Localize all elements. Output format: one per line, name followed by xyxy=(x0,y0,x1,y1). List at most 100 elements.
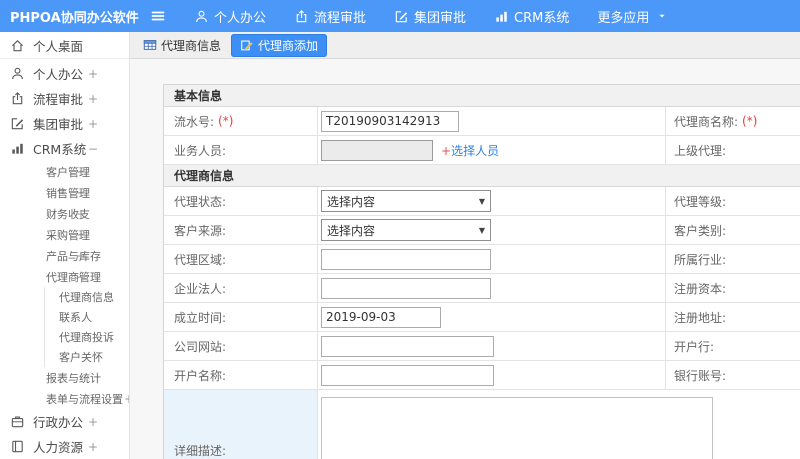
expand-toggle[interactable]: + xyxy=(88,67,98,81)
topbar-menu-label: 更多应用 xyxy=(597,10,650,26)
account-name-input[interactable] xyxy=(321,364,494,386)
dropdown-arrow-icon: ▼ xyxy=(478,225,485,235)
form-row-legal-person: 企业法人: 注册资本: xyxy=(164,274,800,303)
sidebar-item-label: 集团审批 xyxy=(33,117,84,132)
expand-toggle[interactable]: − xyxy=(88,142,98,156)
form-row-business-staff: 业务人员: +选择人员 上级代理: xyxy=(164,136,800,165)
sidebar-item-13[interactable]: 联系人 xyxy=(44,307,129,327)
sidebar-item-9[interactable]: 采购管理 + xyxy=(0,224,129,245)
row-label2-cell: 注册地址: xyxy=(666,303,800,331)
tab-label: 代理商信息 xyxy=(161,38,222,53)
label2: 客户类别: xyxy=(674,223,727,238)
label2: 注册资本: xyxy=(674,281,727,296)
business-staff-select-person-link[interactable]: +选择人员 xyxy=(441,142,499,159)
sidebar-item-label: 流程审批 xyxy=(33,92,84,107)
agent-region-field-cell xyxy=(318,245,666,273)
legal-person-input[interactable] xyxy=(321,277,491,299)
topbar-menu-personal-office[interactable]: 个人办公 xyxy=(194,7,266,26)
sidebar-item-3[interactable]: 流程审批 + xyxy=(0,86,129,111)
label2: 所属行业: xyxy=(674,252,727,267)
topbar-menu-label: 个人办公 xyxy=(214,10,267,26)
sidebar-item-17[interactable]: 表单与流程设置+ xyxy=(0,388,129,409)
expand-toggle[interactable]: + xyxy=(88,440,98,454)
sidebar-item-18[interactable]: 行政办公 + xyxy=(0,409,129,434)
legal-person-field-cell xyxy=(318,274,666,302)
expand-toggle[interactable]: + xyxy=(76,207,86,221)
description-textarea[interactable] xyxy=(321,397,713,459)
sidebar-item-19[interactable]: 人力资源 + xyxy=(0,434,129,459)
label2: 代理商名称: xyxy=(674,114,739,129)
label2: 代理等级: xyxy=(674,194,727,209)
user-icon xyxy=(10,66,25,81)
account-name-label-cell: 开户名称: xyxy=(164,361,318,389)
serial-no-label: 流水号: xyxy=(174,114,215,129)
description-label: 详细描述: xyxy=(174,444,227,458)
row-label2-cell: 开户行: xyxy=(666,332,800,360)
business-staff-link-label: 选择人员 xyxy=(451,143,500,158)
serial-no-field-cell xyxy=(318,107,666,135)
founded-date-input[interactable] xyxy=(321,306,441,328)
serial-no-label-cell: 流水号: (*) xyxy=(164,107,318,135)
sidebar-item-label: 报表与统计 xyxy=(46,371,101,385)
hamburger-menu-icon[interactable] xyxy=(148,8,168,24)
topbar-menu-group-approval[interactable]: 集团审批 xyxy=(394,7,466,26)
expand-toggle[interactable]: + xyxy=(76,186,86,200)
edit-icon xyxy=(394,9,409,24)
expand-toggle[interactable]: − xyxy=(76,270,86,284)
sidebar-item-6[interactable]: 客户管理 + xyxy=(0,161,129,182)
customer-source-select[interactable]: 选择内容 ▼ xyxy=(321,219,491,241)
briefcase-icon xyxy=(10,414,25,429)
dropdown-arrow-icon: ▼ xyxy=(478,196,485,206)
legal-person-label-cell: 企业法人: xyxy=(164,274,318,302)
expand-toggle[interactable]: + xyxy=(76,228,86,242)
sidebar-item-16[interactable]: 报表与统计 xyxy=(0,367,129,388)
sidebar-item-2[interactable]: 个人办公 + xyxy=(0,61,129,86)
founded-date-field-cell xyxy=(318,303,666,331)
agent-region-input[interactable] xyxy=(321,248,491,270)
row-label2-cell: 银行账号: xyxy=(666,361,800,389)
expand-toggle[interactable]: + xyxy=(88,117,98,131)
agent-status-select-value: 选择内容 xyxy=(327,194,376,209)
sidebar-item-4[interactable]: 集团审批 + xyxy=(0,111,129,136)
sidebar-item-14[interactable]: 代理商投诉 xyxy=(44,327,129,347)
sidebar-item-11[interactable]: 代理商管理 − xyxy=(0,266,129,287)
expand-toggle[interactable]: + xyxy=(88,415,98,429)
agent-add-form: 基本信息流水号:(*) 代理商名称:(*)业务人员:+选择人员上级代理:代理商信息… xyxy=(163,84,800,459)
sidebar-item-8[interactable]: 财务收支 + xyxy=(0,203,129,224)
company-website-input[interactable] xyxy=(321,335,494,357)
sidebar-item-7[interactable]: 销售管理 + xyxy=(0,182,129,203)
tab-2[interactable]: 代理商添加 xyxy=(231,33,328,57)
topbar-menu-more-apps[interactable]: 更多应用 xyxy=(597,7,667,26)
section-header: 基本信息 xyxy=(164,85,800,107)
sidebar-item-5[interactable]: CRM系统 − xyxy=(0,136,129,161)
row-label2-cell: 所属行业: xyxy=(666,245,800,273)
topbar-menu-workflow-approval[interactable]: 流程审批 xyxy=(294,7,366,26)
row-label2-cell: 代理商名称: (*) xyxy=(666,107,800,135)
sidebar-item-15[interactable]: 客户关怀 xyxy=(44,347,129,367)
sidebar-item-label: 个人办公 xyxy=(33,67,84,82)
agent-status-select[interactable]: 选择内容 ▼ xyxy=(321,190,491,212)
sidebar-item-label: 产品与库存 xyxy=(46,249,101,263)
sidebar-item-label: 客户关怀 xyxy=(59,351,103,364)
expand-toggle[interactable]: + xyxy=(76,165,86,179)
form-row-serial-no: 流水号:(*) 代理商名称:(*) xyxy=(164,107,800,136)
section-header: 代理商信息 xyxy=(164,165,800,187)
tab-label: 代理商添加 xyxy=(258,38,319,53)
sidebar-item-10[interactable]: 产品与库存 + xyxy=(0,245,129,266)
account-name-field-cell xyxy=(318,361,666,389)
sidebar-item-label: 代理商信息 xyxy=(59,291,114,304)
form-row-company-website: 公司网站: 开户行: xyxy=(164,332,800,361)
tab-1[interactable]: 代理商信息 xyxy=(143,37,221,54)
expand-toggle[interactable]: + xyxy=(88,92,98,106)
sidebar-item-label: CRM系统 xyxy=(33,142,87,157)
pencil-icon xyxy=(240,38,254,52)
form-row-agent-region: 代理区域: 所属行业: xyxy=(164,245,800,274)
customer-source-label: 客户来源: xyxy=(174,223,227,238)
serial-no-input[interactable] xyxy=(321,110,459,132)
sidebar-item-12[interactable]: 代理商信息 xyxy=(44,287,129,307)
topbar-menu-crm-system[interactable]: CRM系统 xyxy=(494,7,569,26)
sidebar-item-1[interactable]: 个人桌面 xyxy=(0,32,129,59)
expand-toggle[interactable]: + xyxy=(76,249,86,263)
agent-status-label: 代理状态: xyxy=(174,194,227,209)
row-label2-cell: 注册资本: xyxy=(666,274,800,302)
